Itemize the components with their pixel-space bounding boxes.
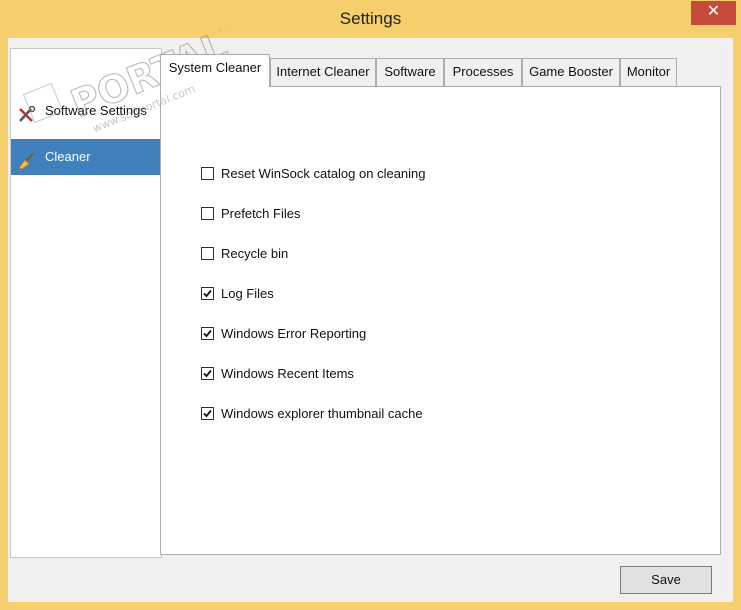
tab-processes[interactable]: Processes (444, 58, 522, 86)
title-bar[interactable]: Settings ✕ (0, 0, 741, 38)
nav-item-label: Software Settings (45, 103, 147, 118)
broom-icon (17, 148, 37, 170)
settings-nav: Software Settings Cleaner (10, 48, 162, 558)
checkbox[interactable] (201, 207, 214, 220)
checkbox[interactable] (201, 287, 214, 300)
nav-item-cleaner[interactable]: Cleaner (11, 139, 161, 175)
tools-icon (17, 102, 37, 122)
check-icon (203, 409, 212, 418)
close-icon: ✕ (706, 3, 721, 20)
nav-item-software-settings[interactable]: Software Settings (11, 93, 161, 129)
system-cleaner-panel: Reset WinSock catalog on cleaning Prefet… (160, 86, 721, 555)
check-icon (203, 289, 212, 298)
checkbox[interactable] (201, 167, 214, 180)
nav-item-label: Cleaner (45, 149, 91, 164)
check-icon (203, 369, 212, 378)
close-button[interactable]: ✕ (691, 1, 736, 25)
checkbox[interactable] (201, 247, 214, 260)
checkbox[interactable] (201, 367, 214, 380)
checkbox[interactable] (201, 327, 214, 340)
tab-internet-cleaner[interactable]: Internet Cleaner (270, 58, 376, 86)
tab-monitor[interactable]: Monitor (620, 58, 677, 86)
checkbox[interactable] (201, 407, 214, 420)
check-icon (203, 329, 212, 338)
save-button[interactable]: Save (620, 566, 712, 594)
settings-window: Settings ✕ Software Settings Cleaner Sys… (0, 0, 741, 610)
tab-system-cleaner[interactable]: System Cleaner (160, 54, 270, 87)
client-area: Software Settings Cleaner System Cleaner… (8, 38, 733, 602)
tab-game-booster[interactable]: Game Booster (522, 58, 620, 86)
tab-software[interactable]: Software (376, 58, 444, 86)
window-title: Settings (339, 9, 402, 28)
